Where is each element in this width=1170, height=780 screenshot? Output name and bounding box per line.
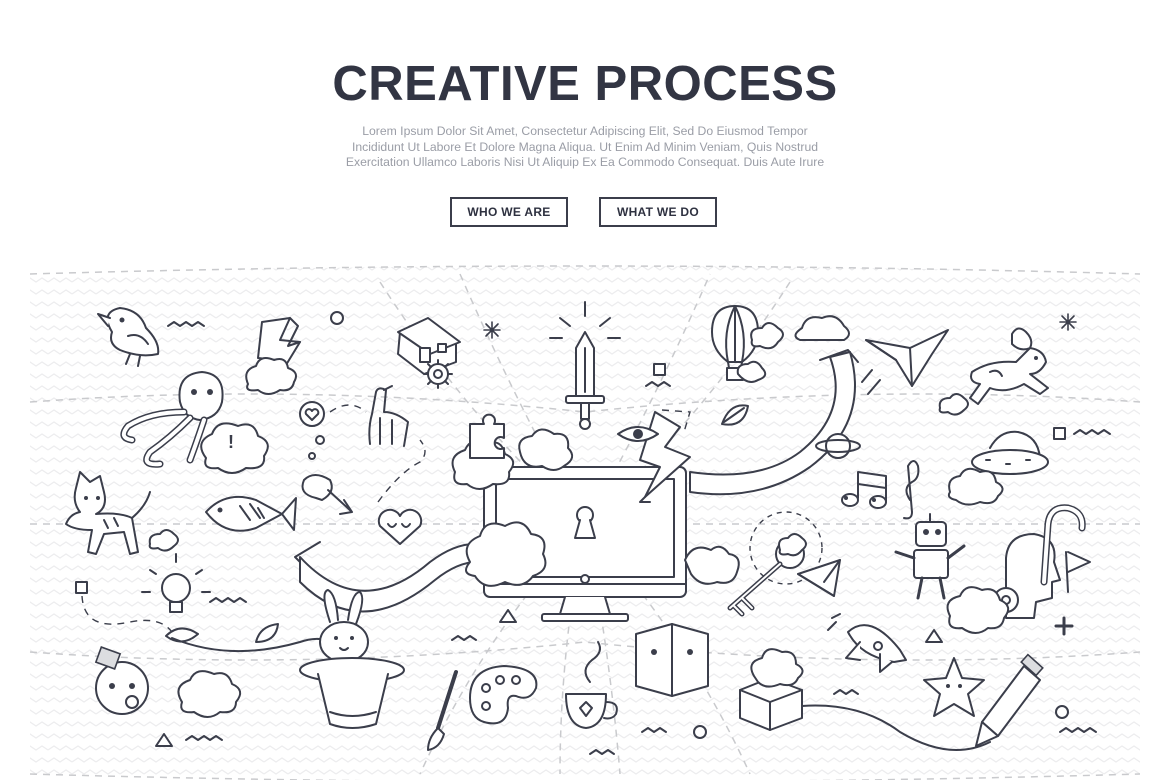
what-we-do-button[interactable]: WHAT WE DO <box>599 197 717 227</box>
gear-icon <box>423 359 453 389</box>
hero-section: CREATIVE PROCESS Lorem Ipsum Dolor Sit A… <box>0 0 1170 250</box>
illustration-canvas: ! <box>29 265 1141 780</box>
hero-subtitle: Lorem Ipsum Dolor Sit Amet, Consectetur … <box>345 124 825 171</box>
svg-text:!: ! <box>228 432 234 452</box>
who-we-are-button[interactable]: WHO WE ARE <box>450 197 568 227</box>
page-title: CREATIVE PROCESS <box>332 57 838 111</box>
subtitle-line: Exercitation Ullamco Laboris Nisi Ut Ali… <box>345 155 825 169</box>
subtitle-line: Incididunt Ut Labore Et Dolore Magna Ali… <box>351 139 819 154</box>
creative-illustration: ! <box>0 262 1170 780</box>
subtitle-line: Lorem Ipsum Dolor Sit Amet, Consectetur … <box>362 124 808 138</box>
sparkle-icon <box>483 321 501 339</box>
book-icon <box>635 623 709 697</box>
sparkle-icon <box>1059 313 1077 331</box>
